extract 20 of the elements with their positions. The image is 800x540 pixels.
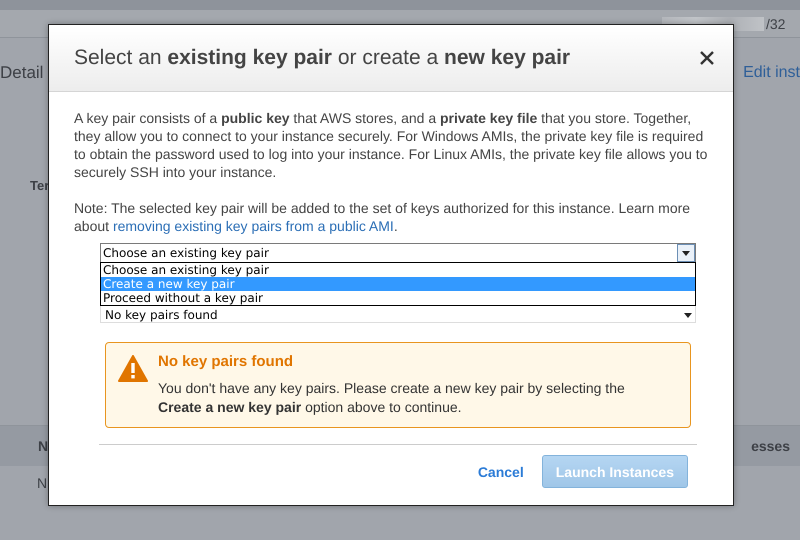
- note-text: Note: The selected key pair will be added to the set of keys authorized for this instance. Learn more about removing existing key pairs from a public AMI.: [74, 199, 692, 235]
- warning-message: You don't have any key pairs. Please create a new key pair by selecting the Create a new key pair option above to continue.: [158, 379, 626, 417]
- table-cell: N: [37, 475, 48, 491]
- dropdown-option[interactable]: Proceed without a key pair: [101, 291, 695, 305]
- caret-icon: [684, 313, 692, 318]
- section-heading: Detail: [0, 63, 44, 83]
- learn-more-link[interactable]: removing existing key pairs from a public AMI: [112, 218, 394, 234]
- close-button[interactable]: [699, 50, 715, 66]
- column-header: N: [38, 438, 48, 454]
- column-header: esses: [751, 438, 790, 454]
- cancel-link[interactable]: Cancel: [476, 460, 526, 484]
- warning-title: No key pairs found: [158, 353, 294, 371]
- dialog-title: Select an existing key pair or create a new key pair: [74, 46, 570, 70]
- description-text: A key pair consists of a public key that AWS stores, and a private key file that you store. Together, they allow you to connect to your instance securely. For Windows AMIs, the private key file is required to obtain the password used to log into your instance. For Linux AMIs, the private key file allows you to securely SSH into your instance.: [74, 109, 708, 181]
- field-label: Ter: [30, 178, 50, 193]
- source-text: /32: [766, 16, 786, 32]
- edit-link[interactable]: Edit inst: [743, 64, 800, 82]
- dropdown-option[interactable]: Choose an existing key pair: [101, 263, 695, 277]
- dropdown-option[interactable]: Create a new key pair: [101, 277, 695, 291]
- warning-icon: [118, 355, 148, 382]
